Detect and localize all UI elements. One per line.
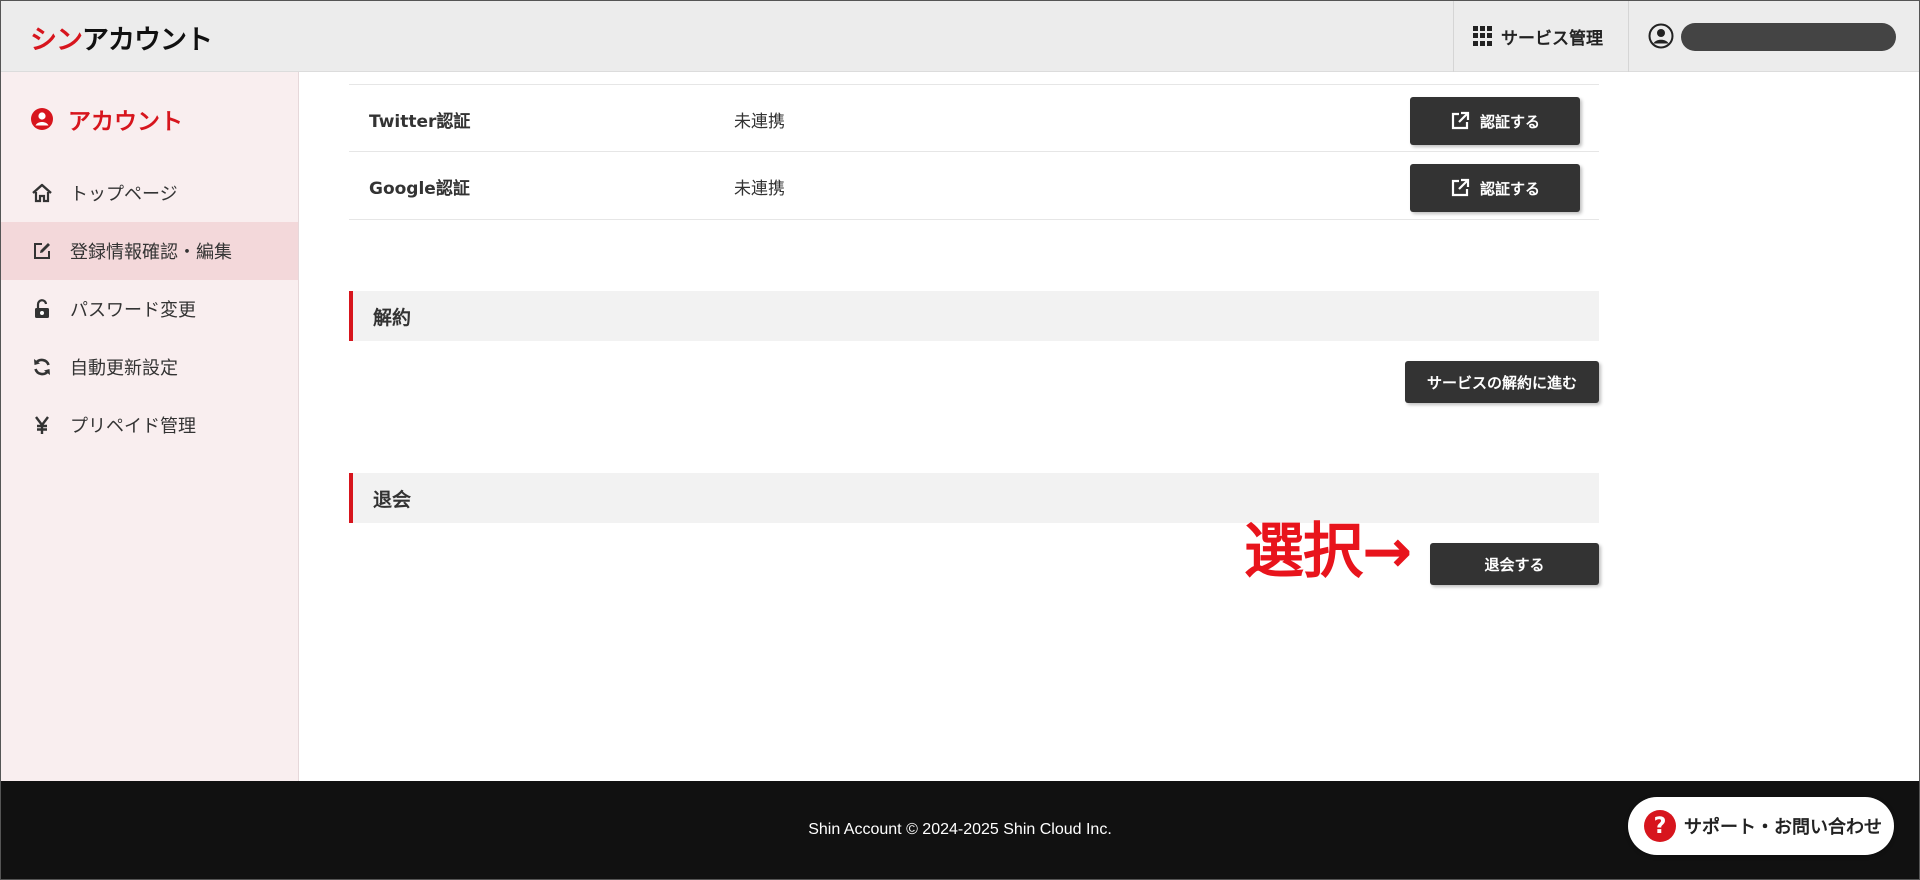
sidebar-item-top-page[interactable]: トップページ: [0, 164, 298, 222]
sidebar-item-prepaid[interactable]: プリペイド管理: [0, 396, 298, 454]
cancel-section-header: 解約: [349, 291, 1599, 341]
auth-row-twitter: Twitter認証 未連携 認証する: [349, 84, 1599, 152]
auth-label: Google認証: [369, 179, 470, 199]
refresh-icon: [30, 355, 54, 379]
twitter-auth-button[interactable]: 認証する: [1410, 97, 1580, 145]
withdraw-section-title: 退会: [373, 489, 412, 511]
edit-icon: [30, 239, 54, 263]
cancel-section-title: 解約: [373, 307, 412, 329]
sidebar-item-label: プリペイド管理: [70, 416, 196, 437]
sidebar-title: アカウント: [30, 102, 183, 136]
lock-icon: [30, 297, 54, 321]
logo[interactable]: シンアカウント: [30, 18, 213, 57]
sidebar-item-auto-renew[interactable]: 自動更新設定: [0, 338, 298, 396]
logo-red-text: シン: [30, 25, 83, 56]
auth-label: Twitter認証: [369, 112, 471, 132]
footer: Shin Account © 2024-2025 Shin Cloud Inc.…: [0, 781, 1920, 880]
logo-black-text: アカウント: [82, 25, 213, 56]
withdraw-button[interactable]: 退会する: [1430, 543, 1599, 585]
service-management-label: サービス管理: [1501, 28, 1603, 49]
twitter-auth-button-label: 認証する: [1479, 112, 1540, 131]
question-icon: ?: [1644, 810, 1676, 842]
sidebar-item-password-change[interactable]: パスワード変更: [0, 280, 298, 338]
header-divider: [1453, 0, 1454, 72]
external-link-icon: [1451, 111, 1470, 130]
grid-icon: [1473, 26, 1493, 46]
sidebar-item-label: パスワード変更: [70, 300, 196, 321]
header-divider: [1628, 0, 1629, 72]
header: シンアカウント サービス管理: [0, 0, 1920, 72]
cancel-service-button[interactable]: サービスの解約に進む: [1405, 361, 1599, 403]
support-contact-label: サポート・お問い合わせ: [1684, 817, 1882, 838]
sidebar-title-label: アカウント: [68, 109, 183, 135]
auth-status: 未連携: [734, 179, 785, 199]
account-icon: [31, 108, 53, 130]
service-management-button[interactable]: サービス管理: [1473, 22, 1603, 50]
yen-icon: [30, 413, 54, 437]
sidebar-item-label: トップページ: [70, 184, 178, 205]
user-name-redacted[interactable]: [1681, 23, 1896, 51]
sidebar-item-label: 自動更新設定: [70, 358, 178, 379]
sidebar-item-profile-edit[interactable]: 登録情報確認・編集: [0, 222, 298, 280]
external-link-icon: [1451, 178, 1470, 197]
main-content: Twitter認証 未連携 認証する Google認証 未連携 認証する 解約 …: [299, 72, 1920, 781]
google-auth-button-label: 認証する: [1479, 179, 1540, 198]
sidebar-item-label: 登録情報確認・編集: [70, 242, 232, 263]
home-icon: [30, 181, 54, 205]
cancel-service-button-label: サービスの解約に進む: [1426, 373, 1577, 392]
google-auth-button[interactable]: 認証する: [1410, 164, 1580, 212]
auth-row-google: Google認証 未連携 認証する: [349, 152, 1599, 220]
support-contact-button[interactable]: ? サポート・お問い合わせ: [1628, 797, 1894, 855]
withdraw-button-label: 退会する: [1484, 555, 1545, 574]
withdraw-section-header: 退会: [349, 473, 1599, 523]
auth-status: 未連携: [734, 112, 785, 132]
sidebar: アカウント トップページ 登録情報確認・編集 パスワード変更 自動更新設定 プリ…: [0, 72, 299, 781]
user-circle-icon[interactable]: [1648, 23, 1674, 49]
select-annotation: 選択→: [1244, 517, 1412, 587]
